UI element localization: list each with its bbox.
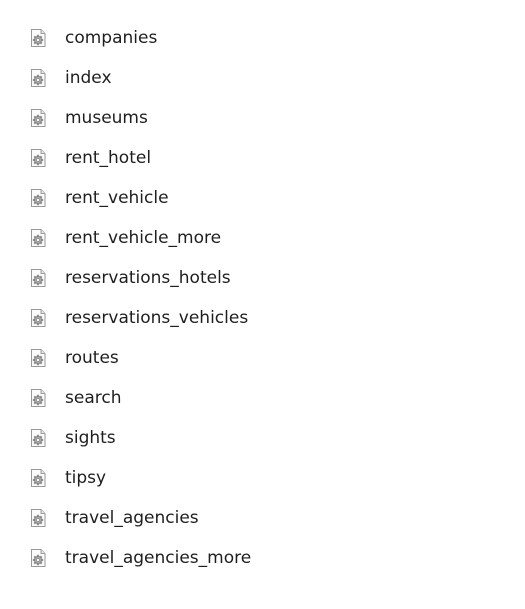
file-item-rent-hotel[interactable]: rent_hotel bbox=[28, 138, 508, 178]
file-name: sights bbox=[65, 428, 116, 448]
file-item-rent-vehicle[interactable]: rent_vehicle bbox=[28, 178, 508, 218]
file-name: companies bbox=[65, 28, 158, 48]
file-name: travel_agencies bbox=[65, 508, 199, 528]
file-item-travel-agencies-more[interactable]: travel_agencies_more bbox=[28, 538, 508, 578]
file-name: travel_agencies_more bbox=[65, 548, 252, 568]
file-name: reservations_hotels bbox=[65, 268, 231, 288]
settings-file-icon bbox=[28, 388, 48, 408]
file-name: tipsy bbox=[65, 468, 107, 488]
file-item-reservations-hotels[interactable]: reservations_hotels bbox=[28, 258, 508, 298]
settings-file-icon bbox=[28, 148, 48, 168]
settings-file-icon bbox=[28, 68, 48, 88]
settings-file-icon bbox=[28, 28, 48, 48]
file-item-search[interactable]: search bbox=[28, 378, 508, 418]
file-name: rent_vehicle_more bbox=[65, 228, 222, 248]
file-item-museums[interactable]: museums bbox=[28, 98, 508, 138]
file-name: search bbox=[65, 388, 122, 408]
file-item-reservations-vehicles[interactable]: reservations_vehicles bbox=[28, 298, 508, 338]
file-name: routes bbox=[65, 348, 119, 368]
file-name: index bbox=[65, 68, 112, 88]
file-item-rent-vehicle-more[interactable]: rent_vehicle_more bbox=[28, 218, 508, 258]
file-item-routes[interactable]: routes bbox=[28, 338, 508, 378]
file-name: museums bbox=[65, 108, 148, 128]
file-name: rent_hotel bbox=[65, 148, 152, 168]
file-name: rent_vehicle bbox=[65, 188, 169, 208]
settings-file-icon bbox=[28, 228, 48, 248]
file-item-companies[interactable]: companies bbox=[28, 18, 508, 58]
settings-file-icon bbox=[28, 268, 48, 288]
settings-file-icon bbox=[28, 548, 48, 568]
settings-file-icon bbox=[28, 468, 48, 488]
settings-file-icon bbox=[28, 108, 48, 128]
settings-file-icon bbox=[28, 508, 48, 528]
file-item-sights[interactable]: sights bbox=[28, 418, 508, 458]
settings-file-icon bbox=[28, 428, 48, 448]
settings-file-icon bbox=[28, 348, 48, 368]
file-item-tipsy[interactable]: tipsy bbox=[28, 458, 508, 498]
file-list: companies index museums rent_hotel rent_… bbox=[28, 18, 508, 578]
settings-file-icon bbox=[28, 308, 48, 328]
settings-file-icon bbox=[28, 188, 48, 208]
file-item-travel-agencies[interactable]: travel_agencies bbox=[28, 498, 508, 538]
file-name: reservations_vehicles bbox=[65, 308, 249, 328]
file-item-index[interactable]: index bbox=[28, 58, 508, 98]
